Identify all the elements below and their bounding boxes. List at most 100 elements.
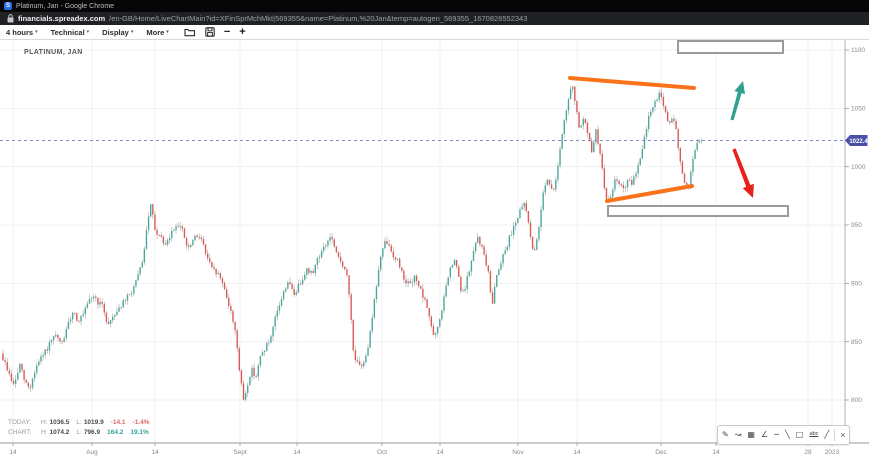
candle-body bbox=[485, 255, 486, 266]
candle-body bbox=[587, 123, 588, 133]
current-price-badge-label: 1022.4 bbox=[849, 139, 868, 145]
candle-body bbox=[26, 380, 27, 383]
candle-body bbox=[184, 229, 185, 238]
candle-body bbox=[561, 134, 562, 149]
candle-body bbox=[30, 387, 31, 388]
candle-body bbox=[578, 112, 579, 127]
bullish-arrow[interactable] bbox=[731, 81, 746, 120]
candle-body bbox=[673, 119, 674, 121]
candle-body bbox=[667, 112, 668, 121]
x-axis-label: Oct bbox=[377, 449, 387, 456]
grid-tool[interactable]: ▦ bbox=[747, 431, 755, 439]
save-icon[interactable] bbox=[205, 27, 215, 37]
display-dropdown[interactable]: Display ▾ bbox=[102, 28, 133, 37]
url-bar[interactable]: financials.spreadex.com/en-GB/Home/LiveC… bbox=[0, 12, 869, 25]
candle-body bbox=[300, 284, 301, 285]
y-axis-label: 1000 bbox=[851, 164, 866, 171]
candle-body bbox=[21, 364, 22, 370]
upper-target-box[interactable] bbox=[678, 41, 783, 53]
candle-body bbox=[437, 327, 438, 333]
candle-body bbox=[678, 129, 679, 148]
zoom-in-button[interactable]: + bbox=[239, 27, 245, 38]
candle-body bbox=[279, 306, 280, 311]
candle-body bbox=[382, 248, 383, 257]
candle-body bbox=[637, 165, 638, 173]
candle-body bbox=[355, 350, 356, 360]
candle-body bbox=[194, 236, 195, 240]
candle-body bbox=[91, 298, 92, 299]
lower-target-box[interactable] bbox=[608, 206, 788, 216]
candle-body bbox=[40, 356, 41, 361]
candle-body bbox=[490, 271, 491, 292]
candle-body bbox=[363, 362, 364, 366]
candle-body bbox=[272, 327, 273, 337]
candle-body bbox=[260, 356, 261, 365]
candle-body bbox=[304, 275, 305, 280]
chart-high: 1074.2 bbox=[50, 428, 70, 438]
legend-row-chart: CHART: H:1074.2 L:796.9 164.2 19.1% bbox=[8, 428, 150, 438]
close-icon[interactable]: × bbox=[840, 431, 845, 440]
candle-body bbox=[523, 203, 524, 207]
candle-body bbox=[123, 300, 124, 307]
candle-body bbox=[19, 364, 20, 373]
candle-body bbox=[315, 265, 316, 273]
candle-body bbox=[405, 280, 406, 284]
timeframe-dropdown[interactable]: 4 hours ▾ bbox=[6, 28, 38, 37]
pencil-tool[interactable]: ✎ bbox=[722, 431, 729, 439]
y-axis-label: 850 bbox=[851, 339, 862, 346]
technical-dropdown[interactable]: Technical ▾ bbox=[51, 28, 90, 37]
bearish-arrow[interactable] bbox=[732, 148, 754, 198]
y-axis-label: 900 bbox=[851, 281, 862, 288]
line-tool[interactable]: ╱ bbox=[824, 431, 829, 439]
candle-body bbox=[416, 276, 417, 281]
horizontal-line-tool[interactable]: ─ bbox=[774, 431, 779, 439]
candle-body bbox=[213, 267, 214, 269]
candle-body bbox=[553, 189, 554, 190]
y-axis-label: 800 bbox=[851, 397, 862, 404]
candle-body bbox=[625, 187, 626, 188]
candle-body bbox=[367, 348, 368, 356]
candle-body bbox=[171, 231, 172, 238]
candle-body bbox=[173, 230, 174, 231]
candle-body bbox=[414, 276, 415, 283]
polyline-tool[interactable]: ↝ bbox=[735, 431, 742, 439]
trendline-tool[interactable]: ╲ bbox=[785, 431, 790, 439]
open-folder-icon[interactable] bbox=[184, 27, 196, 37]
candle-body bbox=[266, 343, 267, 351]
candle-body bbox=[422, 289, 423, 298]
candle-body bbox=[224, 283, 225, 290]
lower-trendline[interactable] bbox=[607, 186, 692, 201]
candlestick-chart-canvas[interactable]: 11001050100095090085080014Aug14Sept14Oct… bbox=[0, 40, 869, 458]
candle-body bbox=[361, 365, 362, 366]
candle-body bbox=[519, 209, 520, 218]
zoom-out-button[interactable]: − bbox=[224, 27, 230, 38]
candle-body bbox=[262, 352, 263, 356]
more-dropdown[interactable]: More ▾ bbox=[146, 28, 168, 37]
candle-body bbox=[215, 269, 216, 274]
text-tool[interactable]: abc bbox=[809, 432, 818, 438]
candle-body bbox=[152, 204, 153, 214]
candle-body bbox=[283, 291, 284, 299]
chevron-down-icon: ▾ bbox=[87, 29, 90, 35]
candle-body bbox=[467, 276, 468, 289]
x-axis-label: 14 bbox=[293, 449, 301, 456]
x-axis-label: 14 bbox=[9, 449, 17, 456]
candle-body bbox=[101, 302, 102, 304]
candle-body bbox=[642, 149, 643, 159]
candle-body bbox=[570, 89, 571, 99]
chevron-down-icon: ▾ bbox=[35, 29, 38, 35]
candle-body bbox=[580, 125, 581, 127]
candle-body bbox=[207, 254, 208, 259]
candle-body bbox=[593, 142, 594, 152]
candle-body bbox=[72, 313, 73, 320]
candle-body bbox=[536, 239, 537, 250]
today-change-pct: -1.4% bbox=[133, 418, 150, 428]
candle-body bbox=[591, 141, 592, 153]
upper-trendline[interactable] bbox=[570, 78, 694, 88]
candle-body bbox=[488, 266, 489, 272]
candle-body bbox=[675, 121, 676, 129]
rectangle-tool[interactable]: □ bbox=[796, 431, 804, 439]
candle-body bbox=[572, 87, 573, 90]
window-title: Platinum, Jan - Google Chrome bbox=[16, 3, 114, 10]
angle-tool[interactable]: ∠ bbox=[761, 431, 768, 439]
